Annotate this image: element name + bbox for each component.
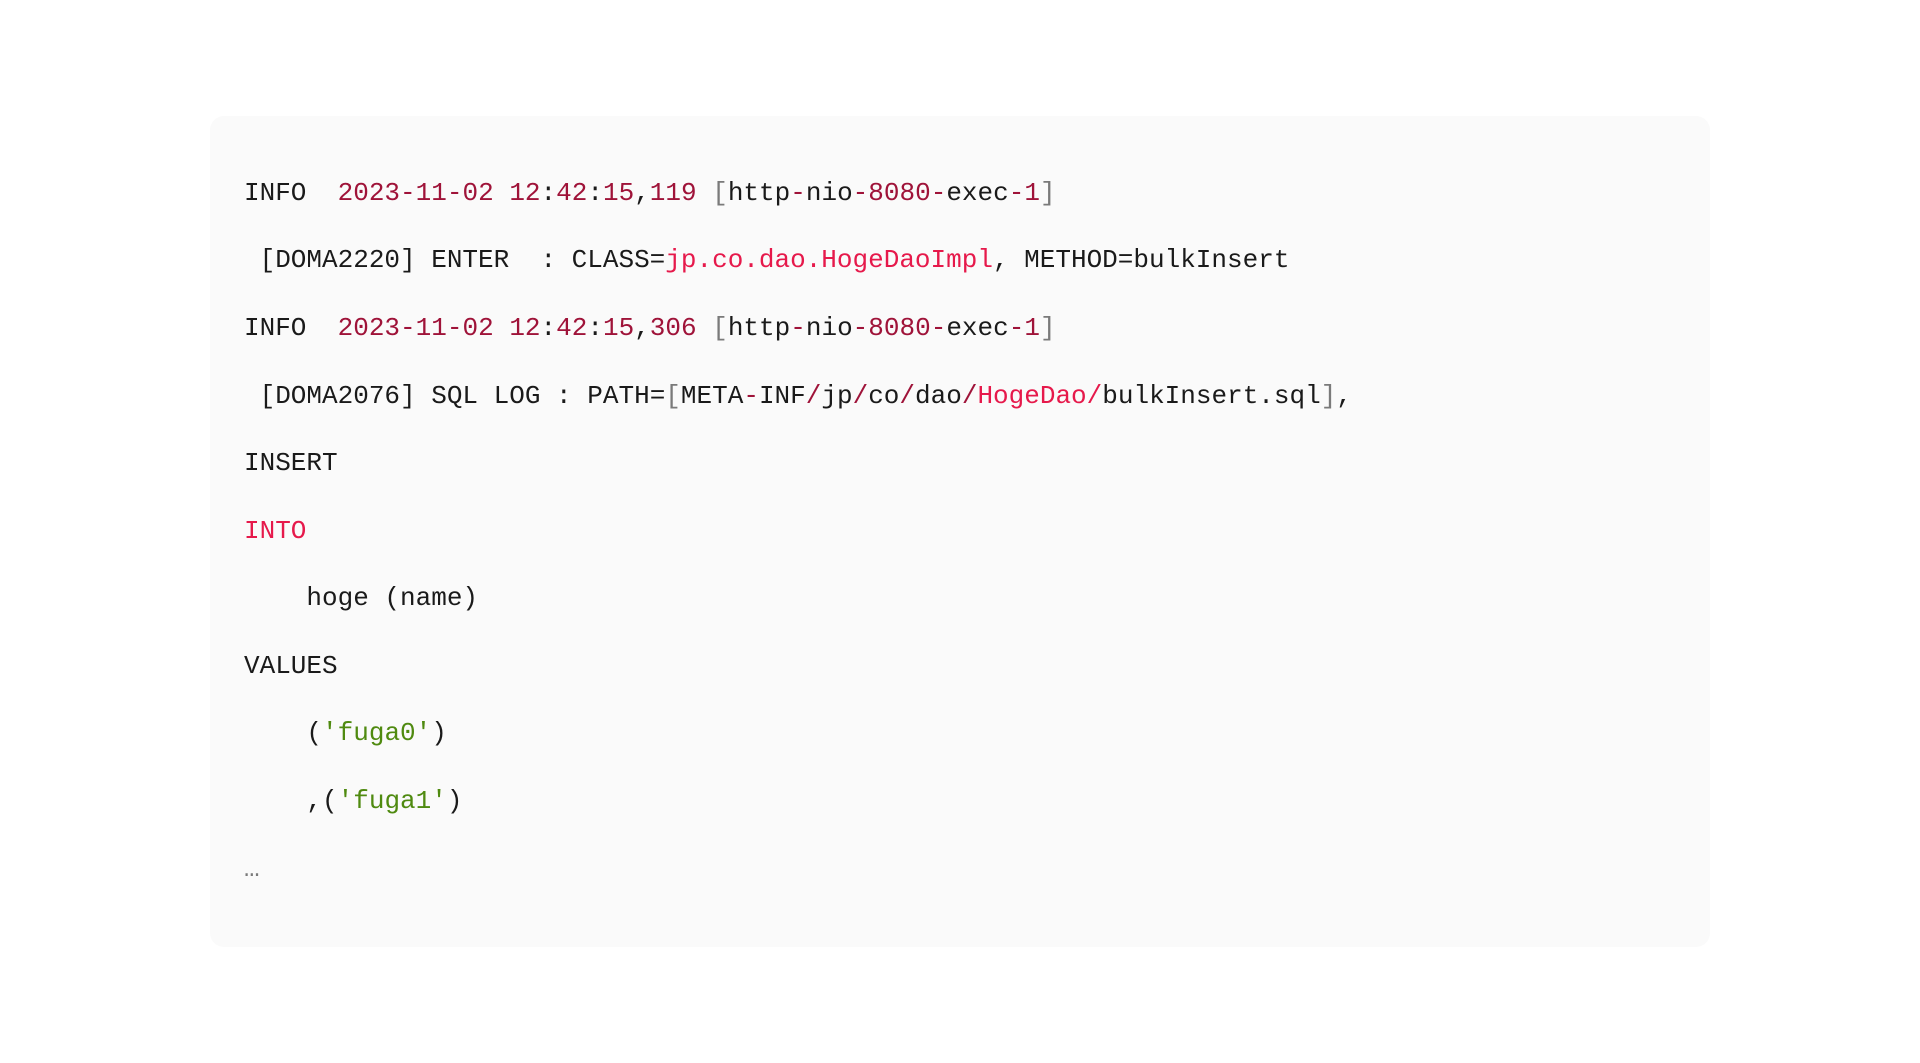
ts-year: 2023 <box>338 313 400 343</box>
dao-name: HogeDao <box>977 381 1086 411</box>
ellipsis: … <box>244 854 260 884</box>
sql-table: hoge (name) <box>244 583 478 613</box>
thread-num: 1 <box>1024 313 1040 343</box>
ts-sec: 15 <box>603 178 634 208</box>
ts-sec: 15 <box>603 313 634 343</box>
ts-day: 02 <box>462 313 493 343</box>
ts-hour: 12 <box>509 313 540 343</box>
doma-sqllog-prefix: [DOMA2076] SQL LOG : <box>244 381 587 411</box>
ts-hour: 12 <box>509 178 540 208</box>
ts-year: 2023 <box>338 178 400 208</box>
thread-port: 8080 <box>868 178 930 208</box>
sql-into: INTO <box>244 516 306 546</box>
log-line-4: [DOMA2076] SQL LOG : PATH=[META-INF/jp/c… <box>244 381 1352 411</box>
sql-string-literal: 'fuga1' <box>338 786 447 816</box>
log-level: INFO <box>244 313 338 343</box>
ts-ms: 306 <box>650 313 697 343</box>
thread-num: 1 <box>1024 178 1040 208</box>
log-line-3: INFO 2023-11-02 12:42:15,306 [http-nio-8… <box>244 313 1056 343</box>
sql-insert: INSERT <box>244 448 338 478</box>
class-name: jp.co.dao.HogeDaoImpl <box>665 245 993 275</box>
log-line-1: INFO 2023-11-02 12:42:15,119 [http-nio-8… <box>244 178 1056 208</box>
doma-enter-prefix: [DOMA2220] ENTER : <box>244 245 572 275</box>
sql-string-literal: 'fuga0' <box>322 718 431 748</box>
ts-day: 02 <box>462 178 493 208</box>
code-block: INFO 2023-11-02 12:42:15,119 [http-nio-8… <box>210 116 1710 948</box>
method-name: bulkInsert <box>1133 245 1289 275</box>
sql-value-row: ,('fuga1') <box>244 786 462 816</box>
thread-port: 8080 <box>868 313 930 343</box>
ts-min: 42 <box>556 178 587 208</box>
log-line-2: [DOMA2220] ENTER : CLASS=jp.co.dao.HogeD… <box>244 245 1289 275</box>
sql-value-row: ('fuga0') <box>244 718 447 748</box>
ts-month: 11 <box>416 178 447 208</box>
sql-values: VALUES <box>244 651 338 681</box>
ts-min: 42 <box>556 313 587 343</box>
ts-ms: 119 <box>650 178 697 208</box>
ts-month: 11 <box>416 313 447 343</box>
log-level: INFO <box>244 178 338 208</box>
